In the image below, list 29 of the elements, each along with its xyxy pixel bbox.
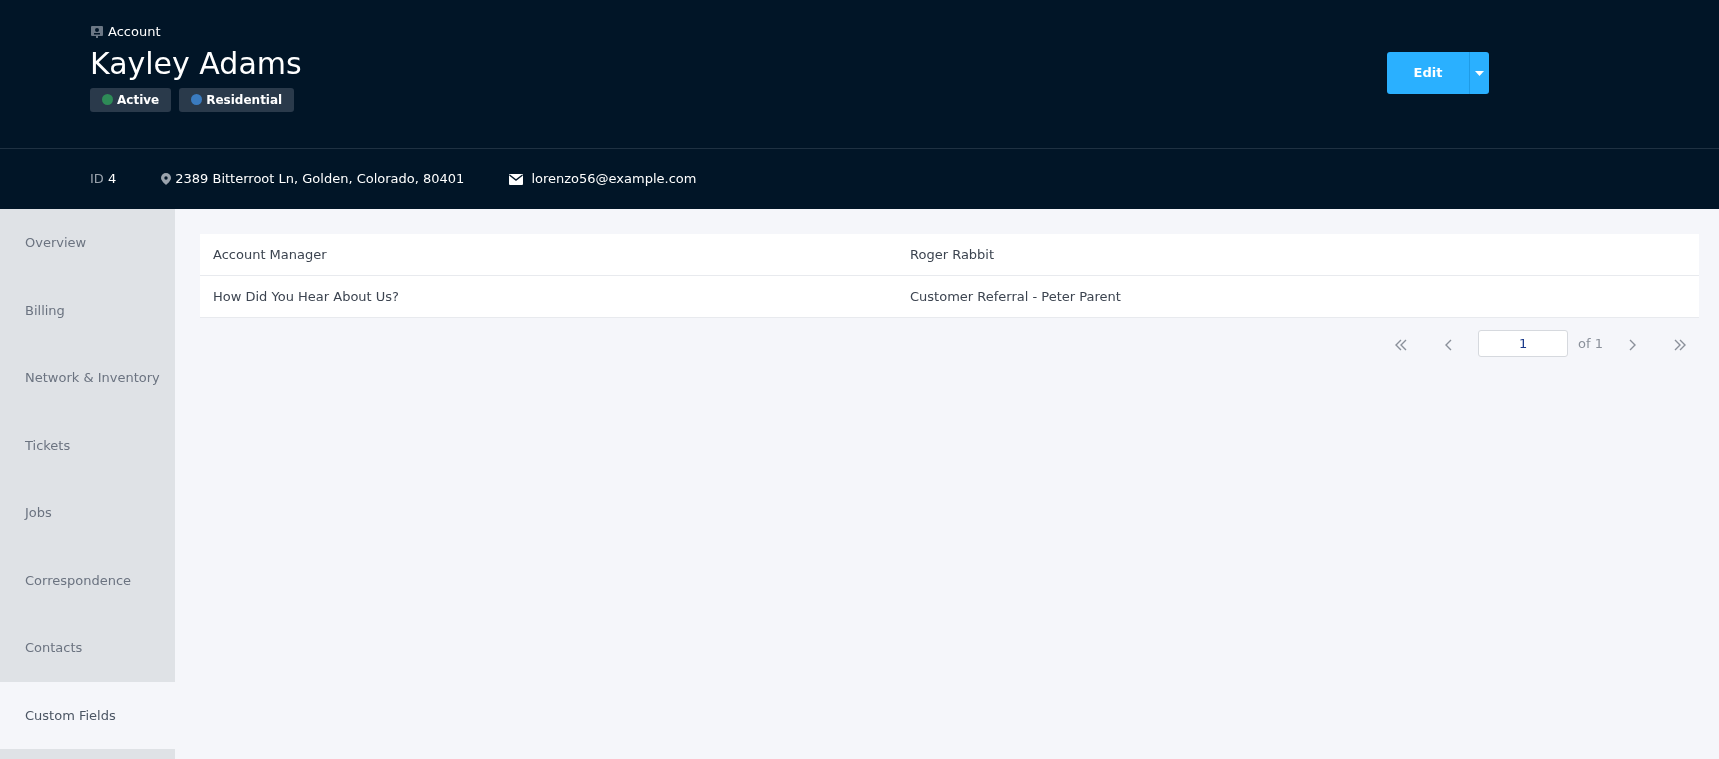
first-page-icon (1394, 337, 1409, 352)
status-tag: Residential (179, 87, 295, 112)
sidebar-item[interactable]: Contacts (0, 614, 175, 682)
sidebar-item[interactable]: Jobs (0, 479, 175, 547)
sidebar-item[interactable]: Overview (0, 209, 175, 277)
page-input[interactable]: 1 (1478, 330, 1569, 358)
edit-button[interactable]: Edit (1387, 52, 1469, 94)
address: 2389 Bitterroot Ln, Golden, Colorado, 80401 (175, 170, 465, 189)
account-card-icon (90, 24, 104, 39)
dropdown-toggle[interactable] (1469, 52, 1489, 94)
field-value: Roger Rabbit (910, 245, 995, 264)
sidebar-item[interactable]: Correspondence (0, 546, 175, 614)
field-name: Account Manager (212, 245, 328, 264)
sidebar-item[interactable]: Custom Fields (0, 681, 175, 749)
email: lorenzo56@example.com (531, 170, 697, 189)
account-id: ID 4 (90, 170, 117, 189)
field-value: Customer Referral - Peter Parent (910, 287, 1121, 306)
location-pin-icon (161, 173, 172, 185)
caret-icon (1475, 71, 1484, 77)
field-name: How Did You Hear About Us? (212, 287, 400, 306)
sidebar-item[interactable]: Billing (0, 276, 175, 344)
status-tag: Active (90, 87, 172, 112)
last-page-icon (1673, 337, 1687, 352)
sidebar-item[interactable]: Tickets (0, 411, 175, 479)
sidebar-item[interactable]: Network & Inventory (0, 344, 175, 412)
page-kicker: Account (108, 23, 161, 41)
mail-icon (509, 173, 524, 185)
account-name: Kayley Adams (90, 45, 302, 82)
page-count: of 1 (1578, 335, 1603, 353)
